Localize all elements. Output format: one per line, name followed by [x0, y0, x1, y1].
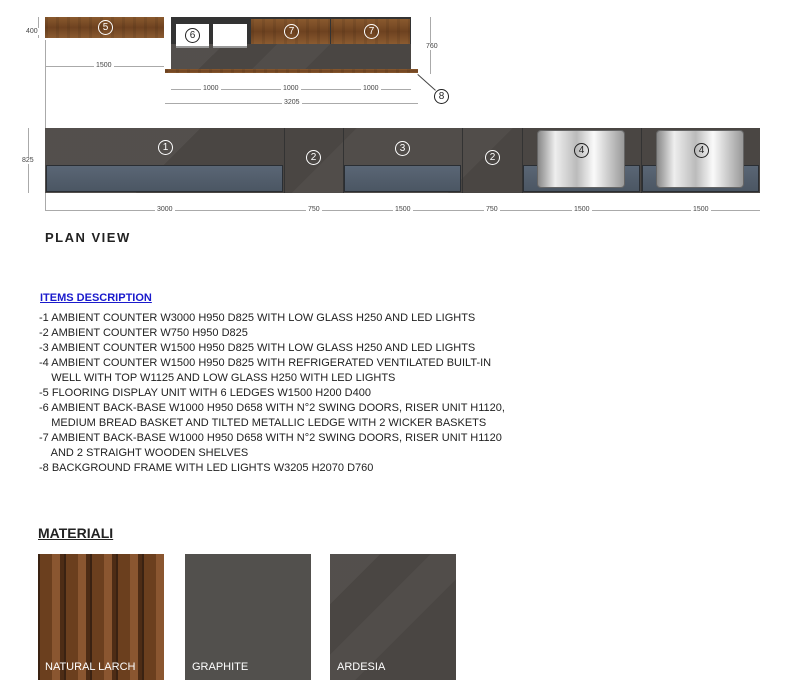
dimension-label: 1500: [572, 206, 592, 213]
dimension-label: 1000: [201, 85, 221, 92]
dimension-label: 1000: [361, 85, 381, 92]
item-number: 2: [306, 150, 321, 165]
item-number: 6: [185, 28, 200, 43]
swatch-natural-larch: NATURAL LARCH: [38, 554, 164, 680]
items-title: ITEMS DESCRIPTION: [40, 292, 152, 304]
item-number: 8: [434, 89, 449, 104]
dimension-label: 3205: [282, 99, 302, 106]
item-number: 4: [574, 143, 589, 158]
refrigerated-well: [537, 130, 625, 188]
item-number: 7: [364, 24, 379, 39]
dimension-label: 400: [24, 28, 40, 35]
dimension-label: 1500: [94, 62, 114, 69]
item-number: 2: [485, 150, 500, 165]
item-number: 1: [158, 140, 173, 155]
background-frame: [165, 69, 418, 73]
item-line: -2 AMBIENT COUNTER W750 H950 D825: [39, 327, 248, 339]
dimension-label: 750: [306, 206, 322, 213]
item-line: -5 FLOORING DISPLAY UNIT WITH 6 LEDGES W…: [39, 387, 371, 399]
dimension-label: 3000: [155, 206, 175, 213]
item-line: -3 AMBIENT COUNTER W1500 H950 D825 WITH …: [39, 342, 476, 354]
item-number: 4: [694, 143, 709, 158]
item-number: 5: [98, 20, 113, 35]
item-line: -8 BACKGROUND FRAME WITH LED LIGHTS W320…: [39, 462, 374, 474]
item-line: WELL WITH TOP W1125 AND LOW GLASS H250 W…: [39, 372, 396, 384]
item-line: -6 AMBIENT BACK-BASE W1000 H950 D658 WIT…: [39, 402, 505, 414]
refrigerated-well: [656, 130, 744, 188]
swatch-graphite: GRAPHITE: [185, 554, 311, 680]
item-line: -7 AMBIENT BACK-BASE W1000 H950 D658 WIT…: [39, 432, 502, 444]
dimension-label: 1500: [393, 206, 413, 213]
dimension-label: 1000: [281, 85, 301, 92]
dimension-label: 825: [20, 157, 36, 164]
materials-title: MATERIALI: [38, 525, 114, 541]
dimension-label: 760: [424, 43, 440, 50]
dimension-label: 750: [484, 206, 500, 213]
swatch-ardesia: ARDESIA: [330, 554, 456, 680]
item-line: MEDIUM BREAD BASKET AND TILTED METALLIC …: [39, 417, 487, 429]
item-line: -1 AMBIENT COUNTER W3000 H950 D825 WITH …: [39, 312, 476, 324]
item-line: AND 2 STRAIGHT WOODEN SHELVES: [39, 447, 249, 459]
items-list: -1 AMBIENT COUNTER W3000 H950 D825 WITH …: [39, 311, 505, 476]
dimension-label: 1500: [691, 206, 711, 213]
item-line: -4 AMBIENT COUNTER W1500 H950 D825 WITH …: [39, 357, 492, 369]
item-number: 7: [284, 24, 299, 39]
item-number: 3: [395, 141, 410, 156]
plan-view-title: PLAN VIEW: [45, 230, 131, 245]
